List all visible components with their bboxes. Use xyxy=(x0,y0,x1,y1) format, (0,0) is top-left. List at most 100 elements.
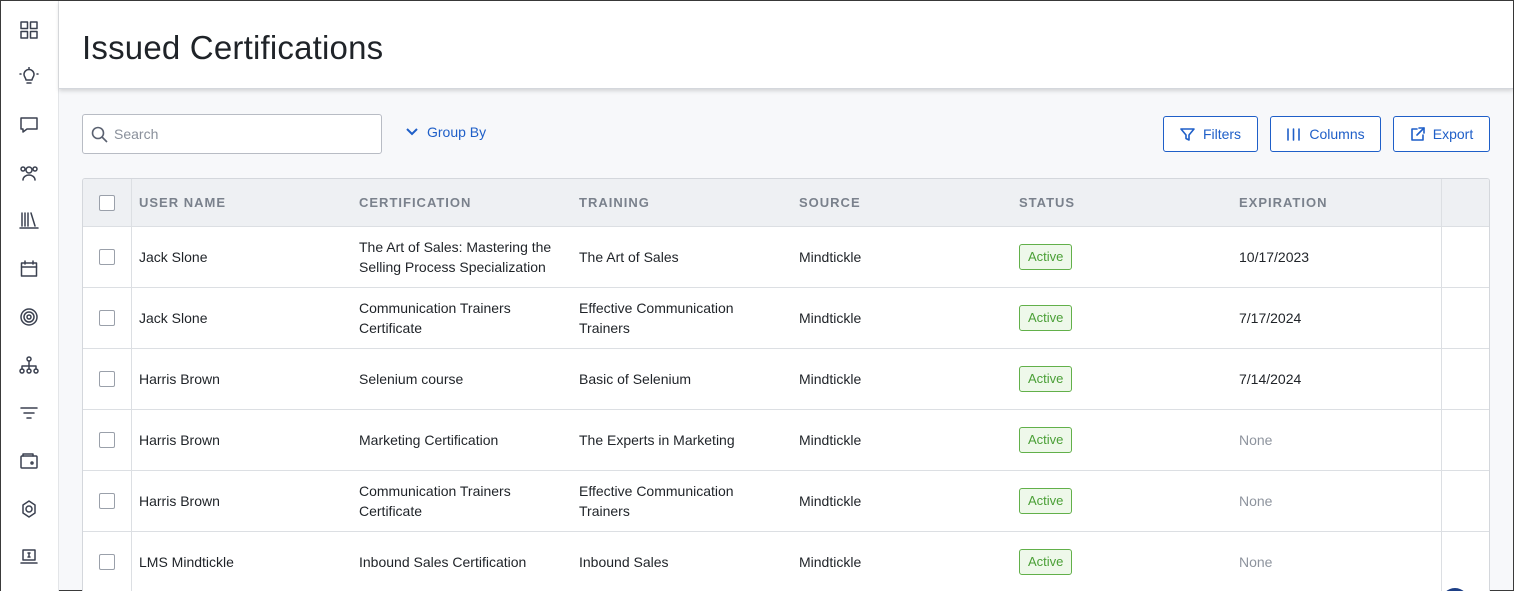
filters-label: Filters xyxy=(1202,126,1242,142)
row-checkbox[interactable] xyxy=(99,554,115,570)
cell-user-name-text: Jack Slone xyxy=(139,310,208,326)
library-icon[interactable] xyxy=(17,208,41,232)
cell-training-text: Effective Communication Trainers xyxy=(579,300,734,336)
filters-button[interactable]: Filters xyxy=(1163,116,1258,152)
target-icon[interactable] xyxy=(17,305,41,329)
header-training[interactable]: TRAINING xyxy=(579,179,650,227)
cell-training: Effective Communication Trainers xyxy=(579,288,779,348)
cell-training-text: The Art of Sales xyxy=(579,249,679,265)
sidebar xyxy=(1,1,59,591)
columns-button[interactable]: Columns xyxy=(1270,116,1381,152)
column-divider xyxy=(131,179,132,591)
chat-icon[interactable] xyxy=(17,113,41,137)
cell-training-text: The Experts in Marketing xyxy=(579,432,735,448)
cell-source-text: Mindtickle xyxy=(799,493,862,509)
cell-user-name-text: Harris Brown xyxy=(139,432,220,448)
cell-training: Basic of Selenium xyxy=(579,349,779,409)
select-all-checkbox[interactable] xyxy=(99,195,115,211)
cell-expiration-text: 10/17/2023 xyxy=(1239,249,1310,265)
cell-training: The Art of Sales xyxy=(579,227,779,287)
cell-certification: Inbound Sales Certification xyxy=(359,532,569,591)
row-checkbox[interactable] xyxy=(99,371,115,387)
certifications-table: USER NAME CERTIFICATION TRAINING SOURCE … xyxy=(82,178,1490,591)
search-field[interactable] xyxy=(82,114,382,154)
cell-user-name: Harris Brown xyxy=(139,410,339,470)
cell-expiration: None xyxy=(1239,410,1419,470)
cell-certification: The Art of Sales: Mastering the Selling … xyxy=(359,227,569,287)
export-button[interactable]: Export xyxy=(1393,116,1490,152)
cell-status: Active xyxy=(1019,349,1219,409)
row-checkbox[interactable] xyxy=(99,432,115,448)
row-checkbox[interactable] xyxy=(99,249,115,265)
chevron-down-icon xyxy=(406,128,418,136)
cell-status: Active xyxy=(1019,471,1219,531)
status-badge: Active xyxy=(1019,427,1073,453)
cell-user-name: Jack Slone xyxy=(139,288,339,348)
cell-expiration-text: 7/17/2024 xyxy=(1239,310,1302,326)
cell-certification-text: Inbound Sales Certification xyxy=(359,554,527,570)
table-row[interactable]: Jack Slone Communication Trainers Certifi… xyxy=(83,288,1489,349)
cell-certification-text: Communication Trainers Certificate xyxy=(359,483,511,519)
cell-expiration-text: None xyxy=(1239,493,1273,509)
group-by-button[interactable]: Group By xyxy=(405,123,486,141)
table-row[interactable]: Harris Brown Communication Trainers Certi… xyxy=(83,471,1489,532)
lightbulb-icon[interactable] xyxy=(17,65,41,89)
filter-icon xyxy=(1180,127,1195,141)
users-icon[interactable] xyxy=(17,161,41,185)
dashboard-icon[interactable] xyxy=(17,18,41,42)
cell-status: Active xyxy=(1019,227,1219,287)
hierarchy-icon[interactable] xyxy=(17,353,41,377)
cell-source: Mindtickle xyxy=(799,349,999,409)
cell-certification: Communication Trainers Certificate xyxy=(359,288,569,348)
integration-icon[interactable] xyxy=(17,497,41,521)
cell-source-text: Mindtickle xyxy=(799,249,862,265)
cell-user-name: LMS Mindtickle xyxy=(139,532,339,591)
table-row[interactable]: LMS Mindtickle Inbound Sales Certificatio… xyxy=(83,532,1489,591)
group-by-label: Group By xyxy=(427,124,487,140)
cell-user-name-text: Jack Slone xyxy=(139,249,208,265)
header-certification[interactable]: CERTIFICATION xyxy=(359,179,471,227)
filter-lines-icon[interactable] xyxy=(17,401,41,425)
header-user-name[interactable]: USER NAME xyxy=(139,179,226,227)
table-row[interactable]: Jack Slone The Art of Sales: Mastering th… xyxy=(83,227,1489,288)
table-row[interactable]: Harris Brown Selenium course Basic of Sele… xyxy=(83,349,1489,410)
header-expiration[interactable]: EXPIRATION xyxy=(1239,179,1328,227)
columns-label: Columns xyxy=(1309,126,1365,142)
header-status[interactable]: STATUS xyxy=(1019,179,1075,227)
cell-status: Active xyxy=(1019,288,1219,348)
cell-expiration: None xyxy=(1239,532,1419,591)
cell-source-text: Mindtickle xyxy=(799,554,862,570)
cell-user-name-text: Harris Brown xyxy=(139,371,220,387)
cell-training: The Experts in Marketing xyxy=(579,410,779,470)
cell-user-name: Jack Slone xyxy=(139,227,339,287)
calendar-icon[interactable] xyxy=(17,257,41,281)
cell-status: Active xyxy=(1019,532,1219,591)
cell-expiration-text: None xyxy=(1239,554,1273,570)
cell-certification: Marketing Certification xyxy=(359,410,569,470)
cell-certification-text: The Art of Sales: Mastering the Selling … xyxy=(359,239,552,275)
cell-training-text: Inbound Sales xyxy=(579,554,669,570)
cell-user-name-text: LMS Mindtickle xyxy=(139,554,234,570)
table-row[interactable]: Harris Brown Marketing Certification The E… xyxy=(83,410,1489,471)
laptop-icon[interactable] xyxy=(17,545,41,569)
table-header: USER NAME CERTIFICATION TRAINING SOURCE … xyxy=(83,179,1489,227)
cell-certification-text: Selenium course xyxy=(359,371,464,387)
cell-source-text: Mindtickle xyxy=(799,310,862,326)
cell-status: Active xyxy=(1019,410,1219,470)
cell-training-text: Effective Communication Trainers xyxy=(579,483,734,519)
status-badge: Active xyxy=(1019,488,1073,514)
cell-certification: Communication Trainers Certificate xyxy=(359,471,569,531)
cell-user-name-text: Harris Brown xyxy=(139,493,220,509)
search-icon xyxy=(91,126,108,143)
search-input[interactable] xyxy=(114,116,374,152)
wallet-icon[interactable] xyxy=(17,449,41,473)
cell-expiration: 10/17/2023 xyxy=(1239,227,1419,287)
export-icon xyxy=(1410,126,1425,141)
header-source[interactable]: SOURCE xyxy=(799,179,861,227)
page-header: Issued Certifications xyxy=(59,1,1513,89)
row-checkbox[interactable] xyxy=(99,310,115,326)
status-badge: Active xyxy=(1019,366,1073,392)
cell-expiration: None xyxy=(1239,471,1419,531)
row-checkbox[interactable] xyxy=(99,493,115,509)
page-title: Issued Certifications xyxy=(82,29,384,66)
